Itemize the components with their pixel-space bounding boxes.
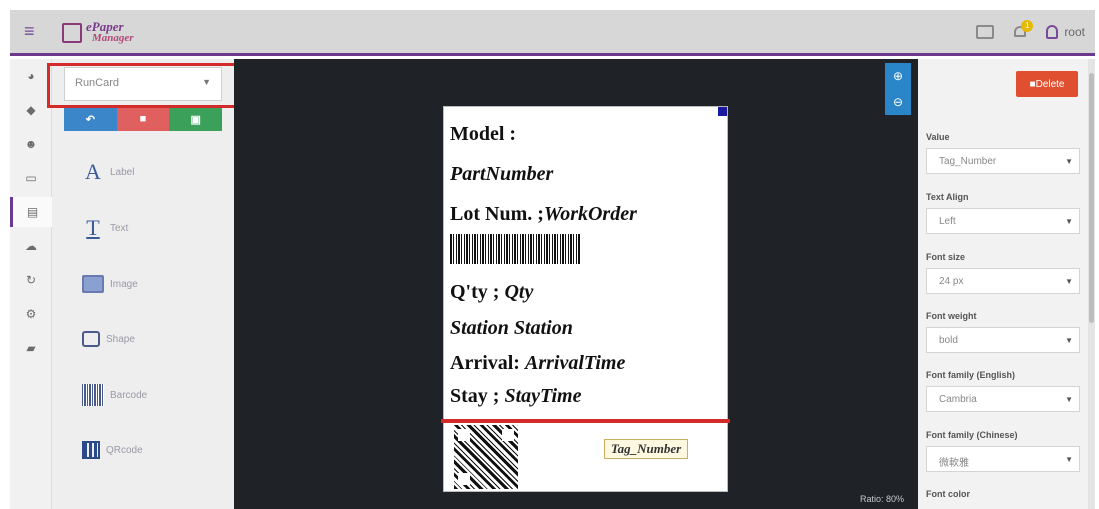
barcode-icon [82, 384, 104, 406]
arrival-row[interactable]: Arrival: ArrivalTime [450, 352, 625, 375]
font-family-english-value: Cambria [939, 394, 977, 405]
tool-shape-text: Shape [106, 333, 135, 345]
station-row[interactable]: Station Station [450, 317, 573, 340]
lot-num-row[interactable]: Lot Num. ;WorkOrder [450, 203, 637, 226]
logo-icon [62, 23, 82, 43]
chevron-down-icon: ▼ [1065, 157, 1073, 166]
monitor-icon[interactable]: ▭ [10, 163, 52, 193]
icon-sidebar: ◕ ◆ ☻ ▭ ▤ ☁ ↻ ⚙ ▰ [10, 59, 52, 509]
font-size-value: 24 px [939, 276, 964, 287]
zoom-in-icon[interactable]: ⊕ [885, 63, 911, 89]
chevron-down-icon: ▼ [1065, 336, 1073, 345]
dashboard-icon[interactable]: ◕ [10, 61, 52, 91]
top-right-actions: 1 root [976, 20, 1085, 42]
text-align-value: Left [939, 216, 956, 227]
template-icon[interactable]: ▤ [10, 197, 52, 227]
stay-row[interactable]: Stay ; StayTime [450, 385, 581, 408]
tool-text[interactable]: T Text [82, 213, 128, 243]
undo-button[interactable]: ↶ [64, 107, 117, 131]
font-weight-select[interactable]: bold ▼ [926, 327, 1080, 353]
top-bar: ≡ ePaper Manager 1 root [10, 10, 1095, 56]
chevron-down-icon: ▼ [1065, 217, 1073, 226]
logo-text-line2: Manager [92, 32, 134, 44]
sync-icon[interactable]: ↻ [10, 265, 52, 295]
display-icon[interactable] [976, 25, 995, 39]
tool-barcode-text: Barcode [110, 389, 148, 401]
tool-shape[interactable]: Shape [82, 324, 135, 354]
tool-image-text: Image [110, 278, 138, 290]
text-tool-icon: T [86, 215, 100, 240]
text-align-label: Text Align [926, 192, 969, 202]
font-family-chinese-select[interactable]: 微軟雅 ▼ [926, 446, 1080, 472]
tool-text-text: Text [110, 222, 129, 234]
resize-handle[interactable] [718, 107, 727, 116]
selection-separator-line [441, 419, 730, 423]
tool-label-text: Label [110, 166, 135, 178]
font-weight-label: Font weight [926, 311, 977, 321]
user-name: root [1064, 25, 1085, 39]
template-select-highlight [47, 63, 261, 108]
tool-barcode[interactable]: Barcode [82, 380, 147, 410]
zoom-out-icon[interactable]: ⊖ [885, 89, 911, 115]
font-size-select[interactable]: 24 px ▼ [926, 268, 1080, 294]
user-menu[interactable]: root [1046, 25, 1085, 39]
trash-icon: ■ [139, 113, 147, 125]
font-weight-value: bold [939, 335, 958, 346]
app-logo[interactable]: ePaper Manager [62, 19, 148, 47]
value-select-value: Tag_Number [939, 156, 997, 167]
tool-qrcode[interactable]: QRcode [82, 435, 143, 465]
font-family-chinese-label: Font family (Chinese) [926, 430, 1018, 440]
shape-icon [82, 331, 100, 347]
tool-image[interactable]: Image [82, 269, 138, 299]
chevron-down-icon: ▼ [1065, 277, 1073, 286]
zoom-ratio: Ratio: 80% [860, 494, 905, 504]
tag-icon[interactable]: ◆ [10, 95, 52, 125]
qty-row[interactable]: Q'ty ; Qty [450, 281, 533, 304]
hamburger-menu-icon[interactable]: ≡ [24, 21, 35, 41]
font-size-label: Font size [926, 252, 966, 262]
user-icon[interactable]: ☻ [10, 129, 52, 159]
properties-scrollbar[interactable] [1088, 59, 1095, 509]
chevron-down-icon: ▼ [1065, 455, 1073, 464]
notification-badge: 1 [1021, 20, 1034, 32]
font-family-english-label: Font family (English) [926, 370, 1015, 380]
user-icon [1046, 25, 1059, 39]
font-family-english-select[interactable]: Cambria ▼ [926, 386, 1080, 412]
qrcode-element[interactable] [454, 425, 518, 489]
template-action-buttons: ↶ ■ ▣ [64, 107, 223, 131]
value-select[interactable]: Tag_Number ▼ [926, 148, 1080, 174]
tag-number-field[interactable]: Tag_Number [604, 439, 688, 459]
notification-bell-icon[interactable]: 1 [1012, 20, 1034, 41]
font-color-label: Font color [926, 489, 970, 499]
model-label[interactable]: Model : [450, 123, 516, 146]
text-align-select[interactable]: Left ▼ [926, 208, 1080, 234]
part-number-field[interactable]: PartNumber [450, 163, 553, 186]
label-tool-icon: A [85, 159, 101, 184]
scrollbar-thumb[interactable] [1089, 73, 1094, 323]
barcode-element[interactable] [450, 234, 580, 264]
save-button[interactable]: ▣ [169, 107, 223, 131]
book-icon[interactable]: ▰ [10, 333, 52, 363]
delete-element-button[interactable]: ■ Delete [1016, 71, 1078, 97]
value-label: Value [926, 132, 950, 142]
chevron-down-icon: ▼ [1065, 395, 1073, 404]
epaper-template[interactable]: Model : PartNumber Lot Num. ;WorkOrder Q… [441, 106, 730, 492]
tool-label[interactable]: A Label [82, 157, 134, 187]
save-icon: ▣ [190, 113, 201, 126]
cloud-icon[interactable]: ☁ [10, 231, 52, 261]
undo-icon: ↶ [85, 113, 95, 126]
zoom-controls: ⊕ ⊖ [885, 63, 911, 115]
tool-qrcode-text: QRcode [106, 444, 143, 456]
tool-panel: RunCard ▼ ↶ ■ ▣ A Label T Text Image Sha… [52, 59, 234, 509]
settings-icon[interactable]: ⚙ [10, 299, 52, 329]
font-family-chinese-value: 微軟雅 [939, 458, 969, 469]
image-icon [82, 275, 104, 293]
qrcode-icon [82, 441, 100, 459]
delete-template-button[interactable]: ■ [116, 107, 170, 131]
